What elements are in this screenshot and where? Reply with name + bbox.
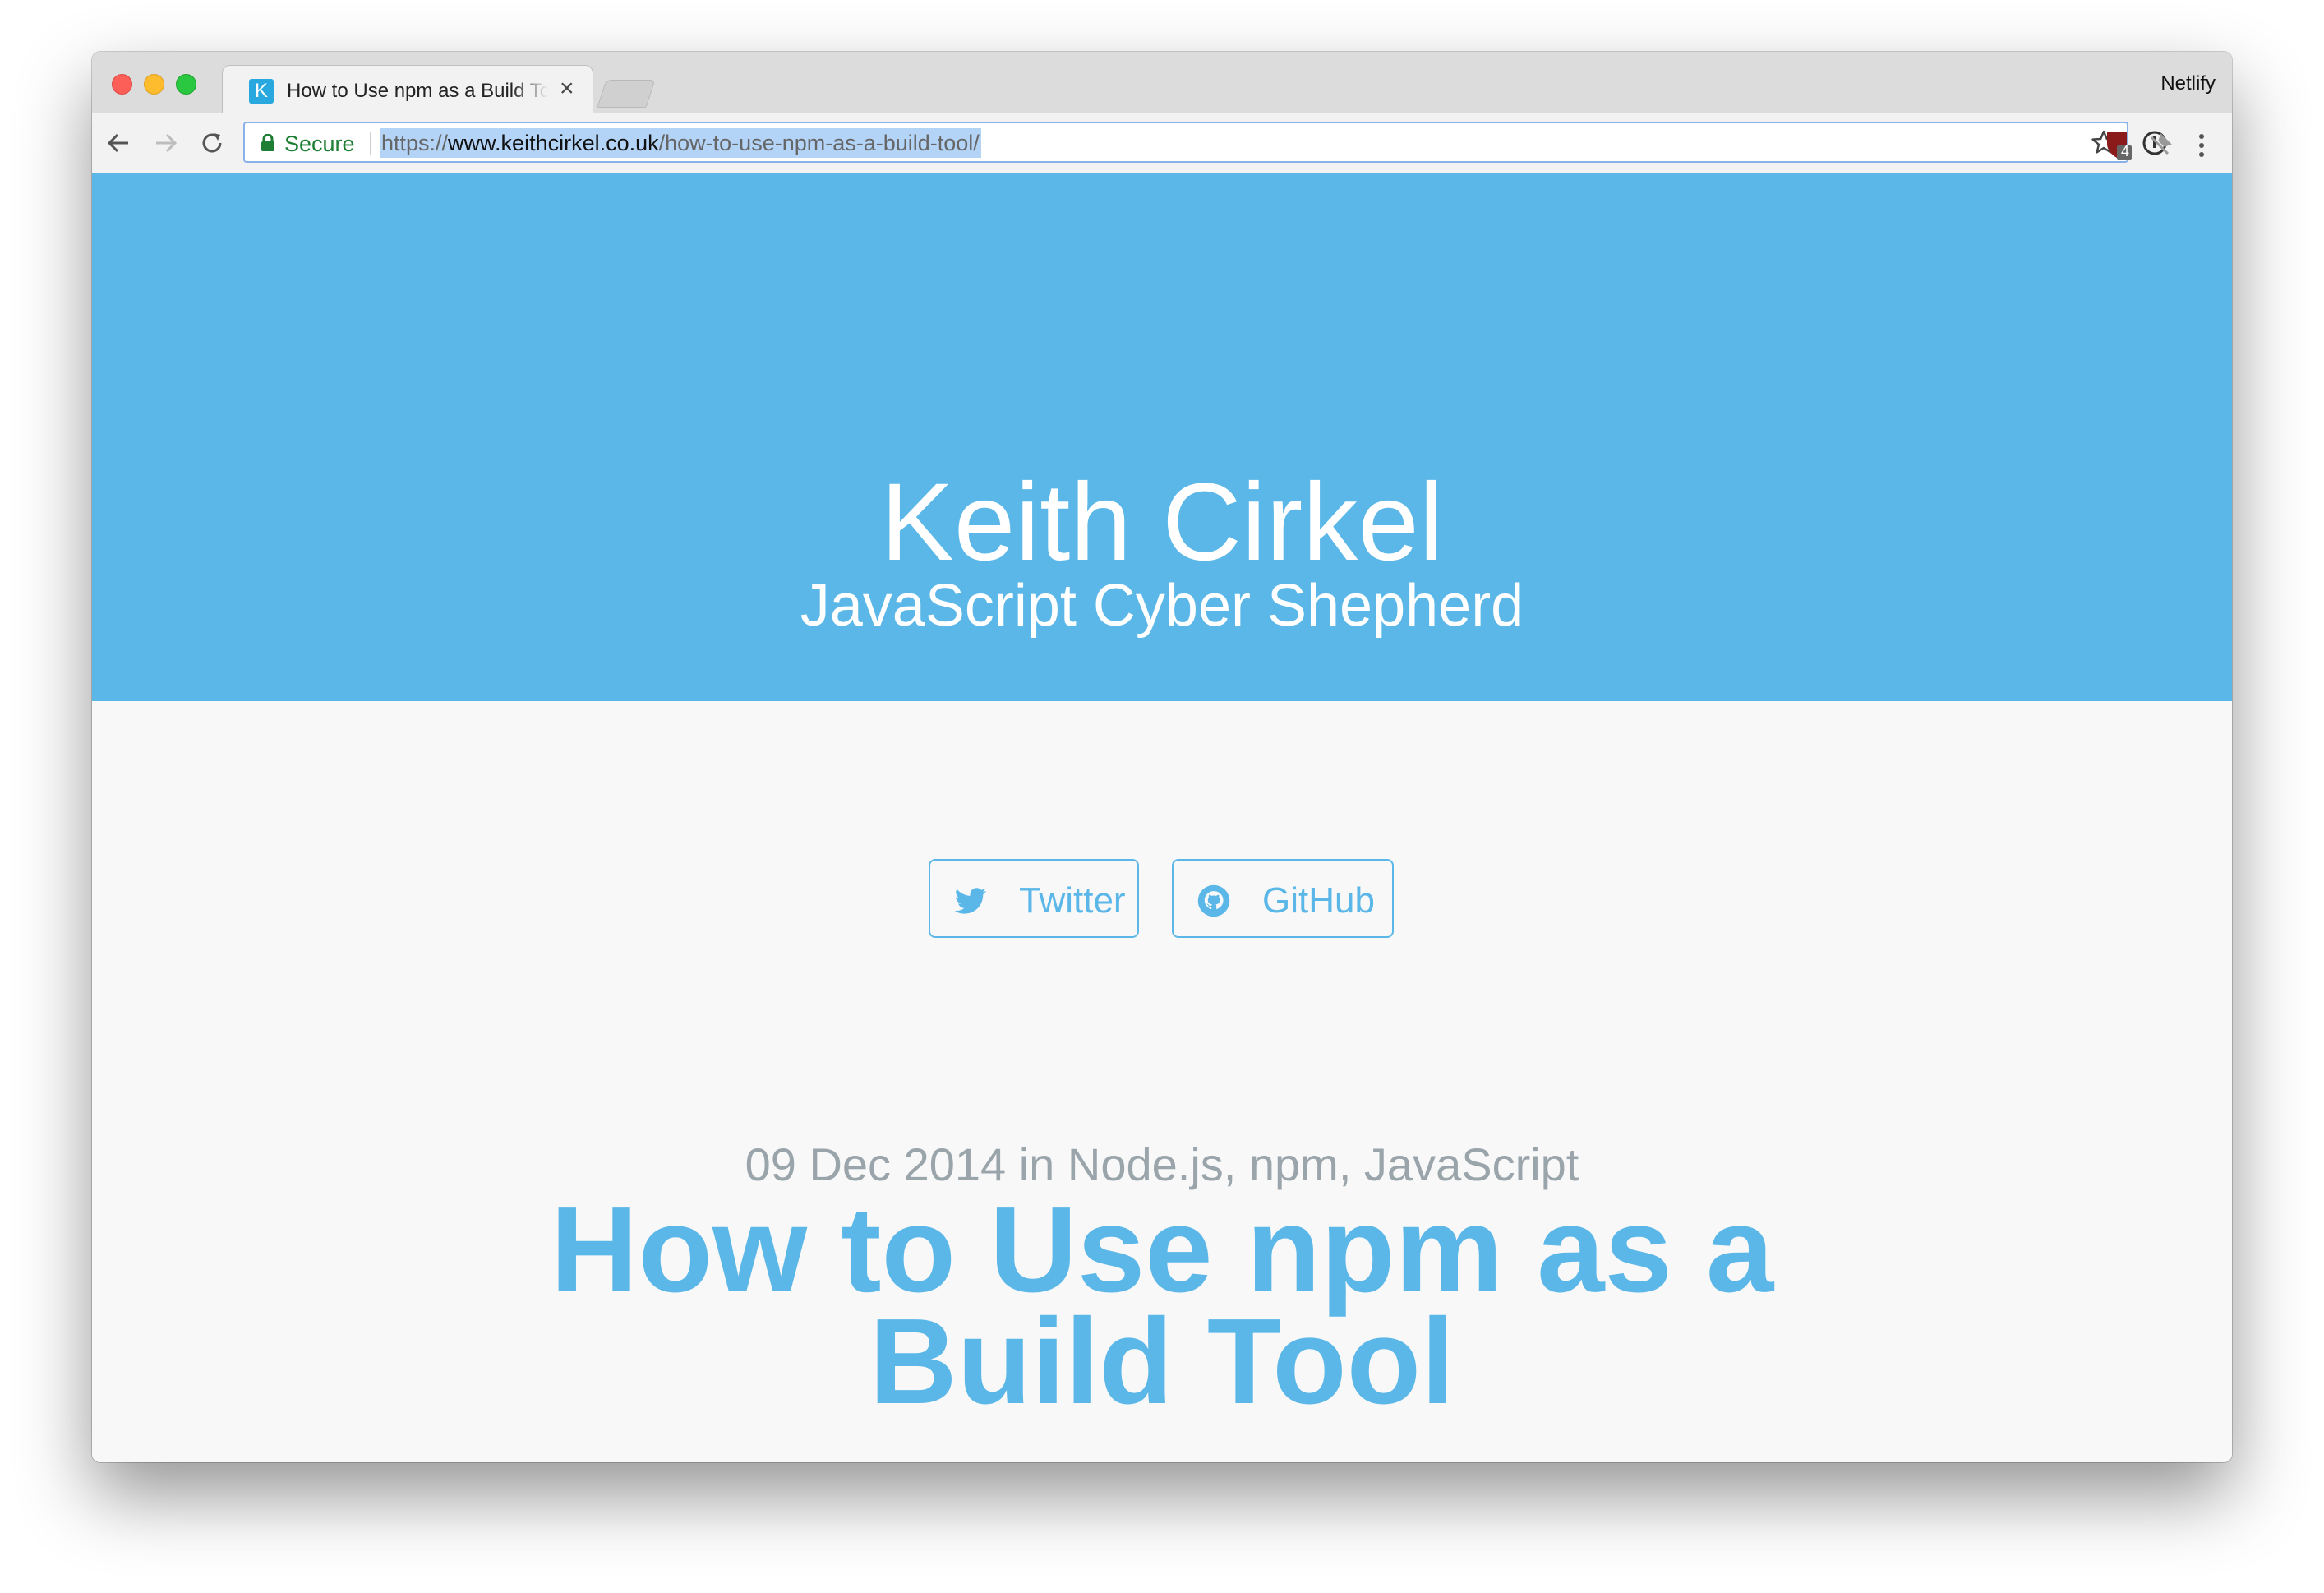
site-tagline: JavaScript Cyber Shepherd	[800, 573, 1524, 639]
twitter-label: Twitter	[1019, 880, 1126, 921]
post-title[interactable]: How to Use npm as a Build Tool	[503, 1189, 1821, 1423]
twitter-button[interactable]: Twitter	[929, 859, 1139, 938]
reload-icon[interactable]	[196, 127, 228, 159]
tab-close-icon[interactable]: ×	[560, 75, 574, 103]
url-text[interactable]: https://www.keithcirkel.co.uk/how-to-use…	[380, 128, 981, 158]
address-separator	[370, 132, 371, 155]
title-bar: K How to Use npm as a Build Tool × Netli…	[92, 52, 2232, 115]
url-path: /how-to-use-npm-as-a-build-tool/	[658, 131, 980, 155]
close-window-button[interactable]	[112, 74, 132, 95]
site-author-name[interactable]: Keith Cirkel	[92, 461, 2232, 584]
github-label: GitHub	[1262, 880, 1375, 921]
address-bar[interactable]: Secure https://www.keithcirkel.co.uk/how…	[243, 122, 2128, 163]
secure-label: Secure	[284, 132, 355, 156]
browser-toolbar: Secure https://www.keithcirkel.co.uk/how…	[92, 113, 2232, 173]
minimize-window-button[interactable]	[144, 74, 164, 95]
back-arrow-icon[interactable]	[102, 127, 135, 159]
ublock-shield-icon[interactable]: 4	[2104, 129, 2133, 160]
site-header: Keith Cirkel JavaScript Cyber Shepherd	[92, 173, 2232, 701]
extension-badge: 4	[2121, 143, 2130, 159]
forward-arrow-icon[interactable]	[150, 127, 182, 159]
lock-icon	[260, 133, 276, 156]
new-tab-button[interactable]	[597, 80, 656, 108]
github-icon	[1197, 884, 1231, 918]
url-host: www.keithcirkel.co.uk	[448, 131, 659, 155]
menu-dots-icon[interactable]	[2196, 132, 2207, 163]
pin-icon[interactable]	[2146, 132, 2173, 163]
github-button[interactable]: GitHub	[1172, 859, 1394, 938]
page-content: Twitter GitHub 09 Dec 2014 in Node.js, n…	[92, 701, 2232, 1462]
browser-tab[interactable]: K How to Use npm as a Build Tool ×	[222, 65, 593, 115]
zoom-window-button[interactable]	[176, 74, 196, 95]
browser-window: K How to Use npm as a Build Tool × Netli…	[92, 52, 2232, 1462]
twitter-icon	[953, 884, 988, 918]
tab-title: How to Use npm as a Build Tool	[287, 80, 548, 102]
profile-name[interactable]: Netlify	[2160, 72, 2216, 95]
url-scheme: https://	[381, 131, 449, 155]
site-favicon-icon: K	[249, 79, 274, 104]
